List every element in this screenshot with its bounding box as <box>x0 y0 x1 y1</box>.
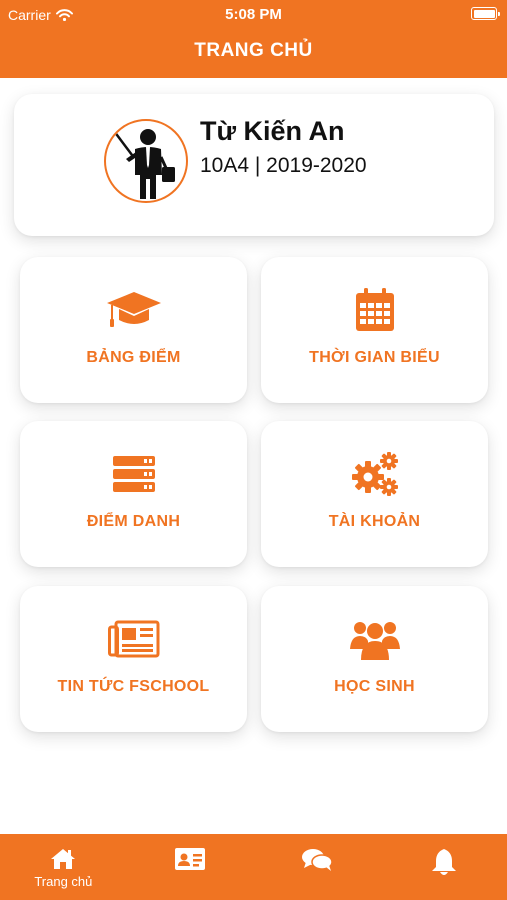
avatar <box>104 119 188 203</box>
tab-home[interactable]: Trang chủ <box>0 834 127 900</box>
tab-messages[interactable] <box>254 834 381 900</box>
menu-tile-label: BẢNG ĐIỂM <box>86 349 181 366</box>
menu-tile-label: ĐIỂM DANH <box>86 513 181 530</box>
tab-profile[interactable] <box>127 834 254 900</box>
id-card-icon <box>175 848 206 870</box>
menu-tile-tai-khoan[interactable]: TÀI KHOẢN <box>261 421 488 567</box>
menu-tile-label: HỌC SINH <box>334 678 415 695</box>
tab-notifications[interactable] <box>380 834 507 900</box>
teacher-icon <box>112 129 175 199</box>
top-bar: Carrier 5:08 PM TRANG CHỦ <box>0 0 507 78</box>
gears-icon <box>351 452 398 496</box>
class-info: 10A4 | 2019-2020 <box>200 154 367 177</box>
home-icon <box>51 849 76 869</box>
menu-tile-label: TIN TỨC FSCHOOL <box>57 678 210 695</box>
profile-card[interactable]: Từ Kiến An 10A4 | 2019-2020 <box>14 94 494 236</box>
menu-tile-thoi-gian-bieu[interactable]: THỜI GIAN BIỂU <box>261 257 488 403</box>
tab-home-label: Trang chủ <box>34 874 93 889</box>
bell-icon <box>431 849 456 875</box>
menu-tile-label: THỜI GIAN BIỂU <box>309 349 440 366</box>
menu-tile-hoc-sinh[interactable]: HỌC SINH <box>261 586 488 732</box>
chat-bubbles-icon <box>301 849 332 871</box>
menu-tile-tin-tuc[interactable]: TIN TỨC FSCHOOL <box>20 586 247 732</box>
menu-tile-diem-danh[interactable]: ĐIỂM DANH <box>20 421 247 567</box>
clock: 5:08 PM <box>225 6 282 23</box>
menu-tile-label: TÀI KHOẢN <box>328 513 421 530</box>
tab-bar: Trang chủ <box>0 834 507 900</box>
server-list-icon <box>112 456 155 492</box>
users-icon <box>349 622 400 660</box>
status-bar: Carrier 5:08 PM <box>0 0 507 28</box>
battery-icon <box>471 7 500 20</box>
calendar-icon <box>355 288 394 331</box>
newspaper-icon <box>107 620 159 658</box>
graduation-cap-icon <box>106 292 161 327</box>
student-name: Từ Kiến An <box>200 116 345 146</box>
menu-tile-bang-diem[interactable]: BẢNG ĐIỂM <box>20 257 247 403</box>
page-title: TRANG CHỦ <box>194 40 313 61</box>
